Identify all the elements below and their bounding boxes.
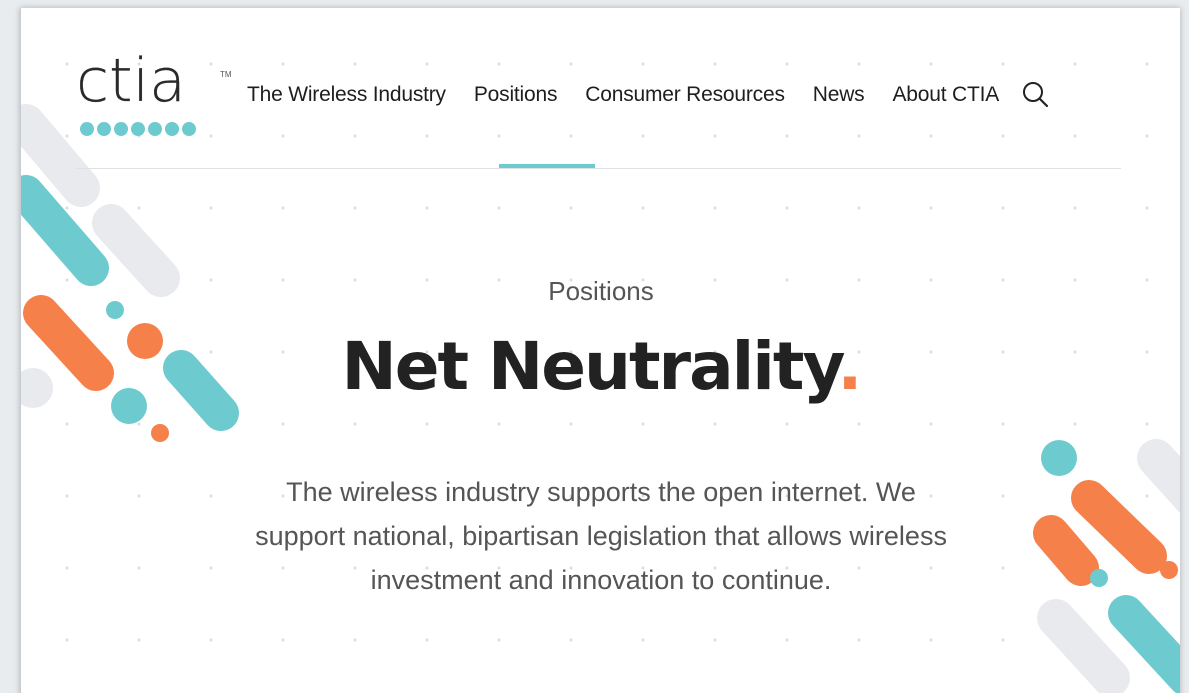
ctia-logo[interactable]: ctia [76, 46, 226, 138]
decorative-shapes-right [1033, 439, 1180, 693]
header-divider [76, 168, 1121, 169]
logo-trademark: TM [220, 70, 232, 79]
nav-item-about-ctia[interactable]: About CTIA [892, 83, 999, 107]
logo-dots [80, 122, 196, 136]
nav-item-consumer-resources[interactable]: Consumer Resources [585, 83, 785, 107]
nav-item-news[interactable]: News [813, 83, 865, 107]
logo-wordmark: ctia [76, 46, 186, 116]
title-accent-dot: . [837, 328, 862, 405]
page-eyebrow: Positions [548, 276, 654, 306]
main-nav: The Wireless Industry Positions Consumer… [247, 80, 1051, 110]
page-frame: ctia TM The Wireless Industry Positions … [20, 8, 1180, 693]
page-lede: The wireless industry supports the open … [255, 477, 947, 595]
nav-item-positions[interactable]: Positions [474, 83, 558, 107]
page-title-text: Net Neutrality [341, 328, 840, 405]
nav-item-wireless-industry[interactable]: The Wireless Industry [247, 83, 446, 107]
search-icon[interactable] [1021, 80, 1051, 110]
decorative-shapes-left [21, 104, 239, 442]
page-title: Net Neutrality. [21, 328, 1180, 405]
